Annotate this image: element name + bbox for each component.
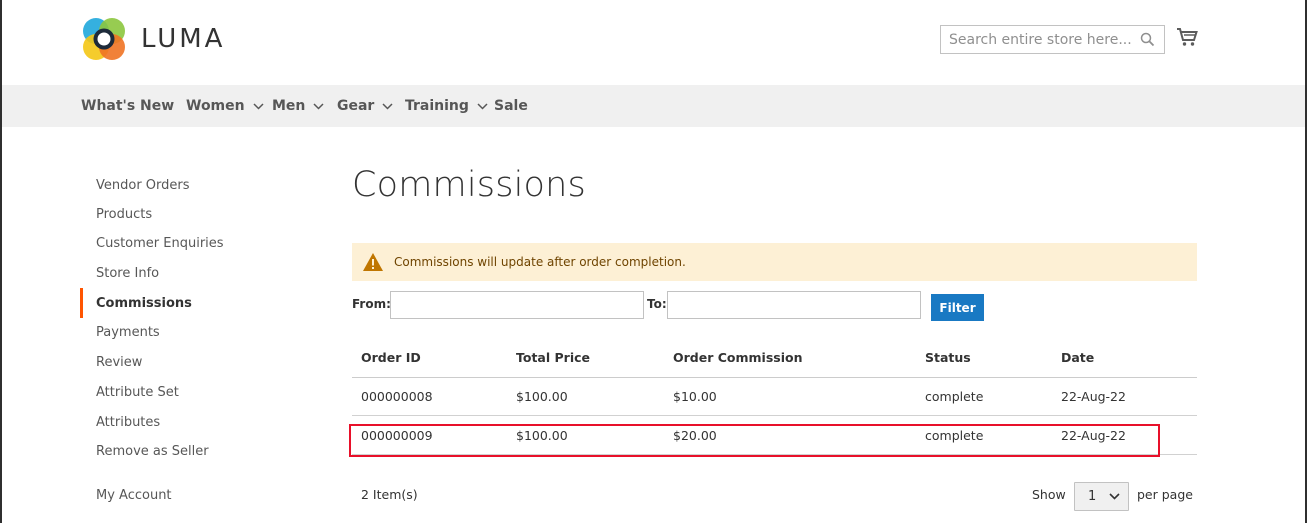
row-divider bbox=[352, 415, 1197, 416]
sidebar-item-label: Products bbox=[96, 206, 153, 222]
order-id-cell: 000000009 bbox=[361, 428, 433, 443]
commission-cell: $10.00 bbox=[673, 389, 717, 404]
sidebar-item-label: Payments bbox=[96, 324, 160, 340]
status-cell: complete bbox=[925, 389, 984, 404]
site-header: LUMA bbox=[0, 0, 1307, 85]
total-price-cell: $100.00 bbox=[516, 428, 568, 443]
date-cell: 22-Aug-22 bbox=[1061, 428, 1126, 443]
sidebar-item-my-account[interactable]: My Account bbox=[80, 480, 310, 510]
chevron-down-icon bbox=[313, 102, 324, 110]
date-cell: 22-Aug-22 bbox=[1061, 389, 1126, 404]
chevron-down-icon bbox=[1109, 493, 1120, 500]
sidebar-item-commissions[interactable]: Commissions bbox=[80, 288, 310, 318]
sidebar-item-label: Vendor Orders bbox=[96, 177, 190, 193]
commission-cell: $20.00 bbox=[673, 428, 717, 443]
page-limit-value: 1 bbox=[1088, 489, 1097, 504]
from-date-input[interactable] bbox=[390, 291, 644, 319]
sidebar-item-label: Review bbox=[96, 354, 143, 370]
column-header-total-price: Total Price bbox=[516, 350, 590, 365]
nav-item-whats-new[interactable]: What's New bbox=[81, 85, 174, 127]
order-id-cell: 000000008 bbox=[361, 389, 433, 404]
search-icon[interactable] bbox=[1140, 32, 1155, 47]
to-label: To: bbox=[647, 297, 667, 311]
sidebar-item-attributes[interactable]: Attributes bbox=[80, 407, 310, 437]
per-page-label: per page bbox=[1137, 487, 1193, 502]
sidebar-item-remove-as-seller[interactable]: Remove as Seller bbox=[80, 436, 310, 466]
to-date-input[interactable] bbox=[667, 291, 921, 319]
luma-logo-icon bbox=[83, 18, 125, 60]
search-input[interactable] bbox=[941, 26, 1131, 53]
search-box bbox=[940, 25, 1165, 54]
brand-name: LUMA bbox=[141, 24, 226, 54]
notice-text: Commissions will update after order comp… bbox=[394, 255, 686, 269]
sidebar-item-label: Attribute Set bbox=[96, 384, 179, 400]
nav-item-label: Gear bbox=[337, 98, 375, 114]
page-title: Commissions bbox=[352, 165, 586, 205]
table-row: 000000008 $100.00 $10.00 complete 22-Aug… bbox=[352, 378, 1197, 416]
commission-notice: Commissions will update after order comp… bbox=[352, 243, 1197, 281]
page-limit-select[interactable]: 1 bbox=[1074, 482, 1129, 511]
nav-item-sale[interactable]: Sale bbox=[494, 85, 528, 127]
sidebar-item-attribute-set[interactable]: Attribute Set bbox=[80, 377, 310, 407]
sidebar-item-customer-enquiries[interactable]: Customer Enquiries bbox=[80, 228, 310, 258]
nav-item-training[interactable]: Training bbox=[405, 85, 488, 127]
sidebar-item-review[interactable]: Review bbox=[80, 347, 310, 377]
luma-logo[interactable]: LUMA bbox=[80, 16, 225, 62]
chevron-down-icon bbox=[382, 102, 393, 110]
column-header-date: Date bbox=[1061, 350, 1095, 365]
nav-item-gear[interactable]: Gear bbox=[337, 85, 393, 127]
from-label: From: bbox=[352, 297, 391, 311]
sidebar-item-store-info[interactable]: Store Info bbox=[80, 258, 310, 288]
nav-item-men[interactable]: Men bbox=[272, 85, 324, 127]
sidebar-item-payments[interactable]: Payments bbox=[80, 317, 310, 347]
table-row: 000000009 $100.00 $20.00 complete 22-Aug… bbox=[352, 417, 1197, 455]
nav-item-women[interactable]: Women bbox=[186, 85, 264, 127]
nav-item-label: Men bbox=[272, 98, 306, 114]
show-label: Show bbox=[1032, 487, 1066, 502]
sidebar-item-vendor-orders[interactable]: Vendor Orders bbox=[80, 170, 310, 200]
sidebar-item-label: My Account bbox=[96, 487, 172, 503]
row-divider bbox=[352, 454, 1197, 455]
column-header-order-commission: Order Commission bbox=[673, 350, 803, 365]
sidebar-item-label: Attributes bbox=[96, 414, 161, 430]
nav-item-label: What's New bbox=[81, 98, 175, 114]
sidebar-item-label: Remove as Seller bbox=[96, 443, 209, 459]
nav-item-label: Sale bbox=[494, 98, 528, 114]
sidebar-item-products[interactable]: Products bbox=[80, 199, 310, 229]
filter-button[interactable]: Filter bbox=[931, 294, 984, 321]
nav-item-label: Women bbox=[186, 98, 245, 114]
item-count: 2 Item(s) bbox=[361, 487, 418, 502]
chevron-down-icon bbox=[253, 102, 264, 110]
total-price-cell: $100.00 bbox=[516, 389, 568, 404]
warning-icon bbox=[363, 253, 383, 271]
cart-icon[interactable] bbox=[1176, 27, 1198, 47]
sidebar-item-label: Commissions bbox=[96, 295, 192, 311]
main-navigation: What's New Women Men Gear Training Sale bbox=[2, 85, 1305, 127]
column-header-order-id: Order ID bbox=[361, 350, 421, 365]
sidebar-item-label: Store Info bbox=[96, 265, 160, 281]
column-header-status: Status bbox=[925, 350, 971, 365]
chevron-down-icon bbox=[477, 102, 488, 110]
nav-item-label: Training bbox=[405, 98, 469, 114]
sidebar-item-label: Customer Enquiries bbox=[96, 235, 224, 251]
status-cell: complete bbox=[925, 428, 984, 443]
